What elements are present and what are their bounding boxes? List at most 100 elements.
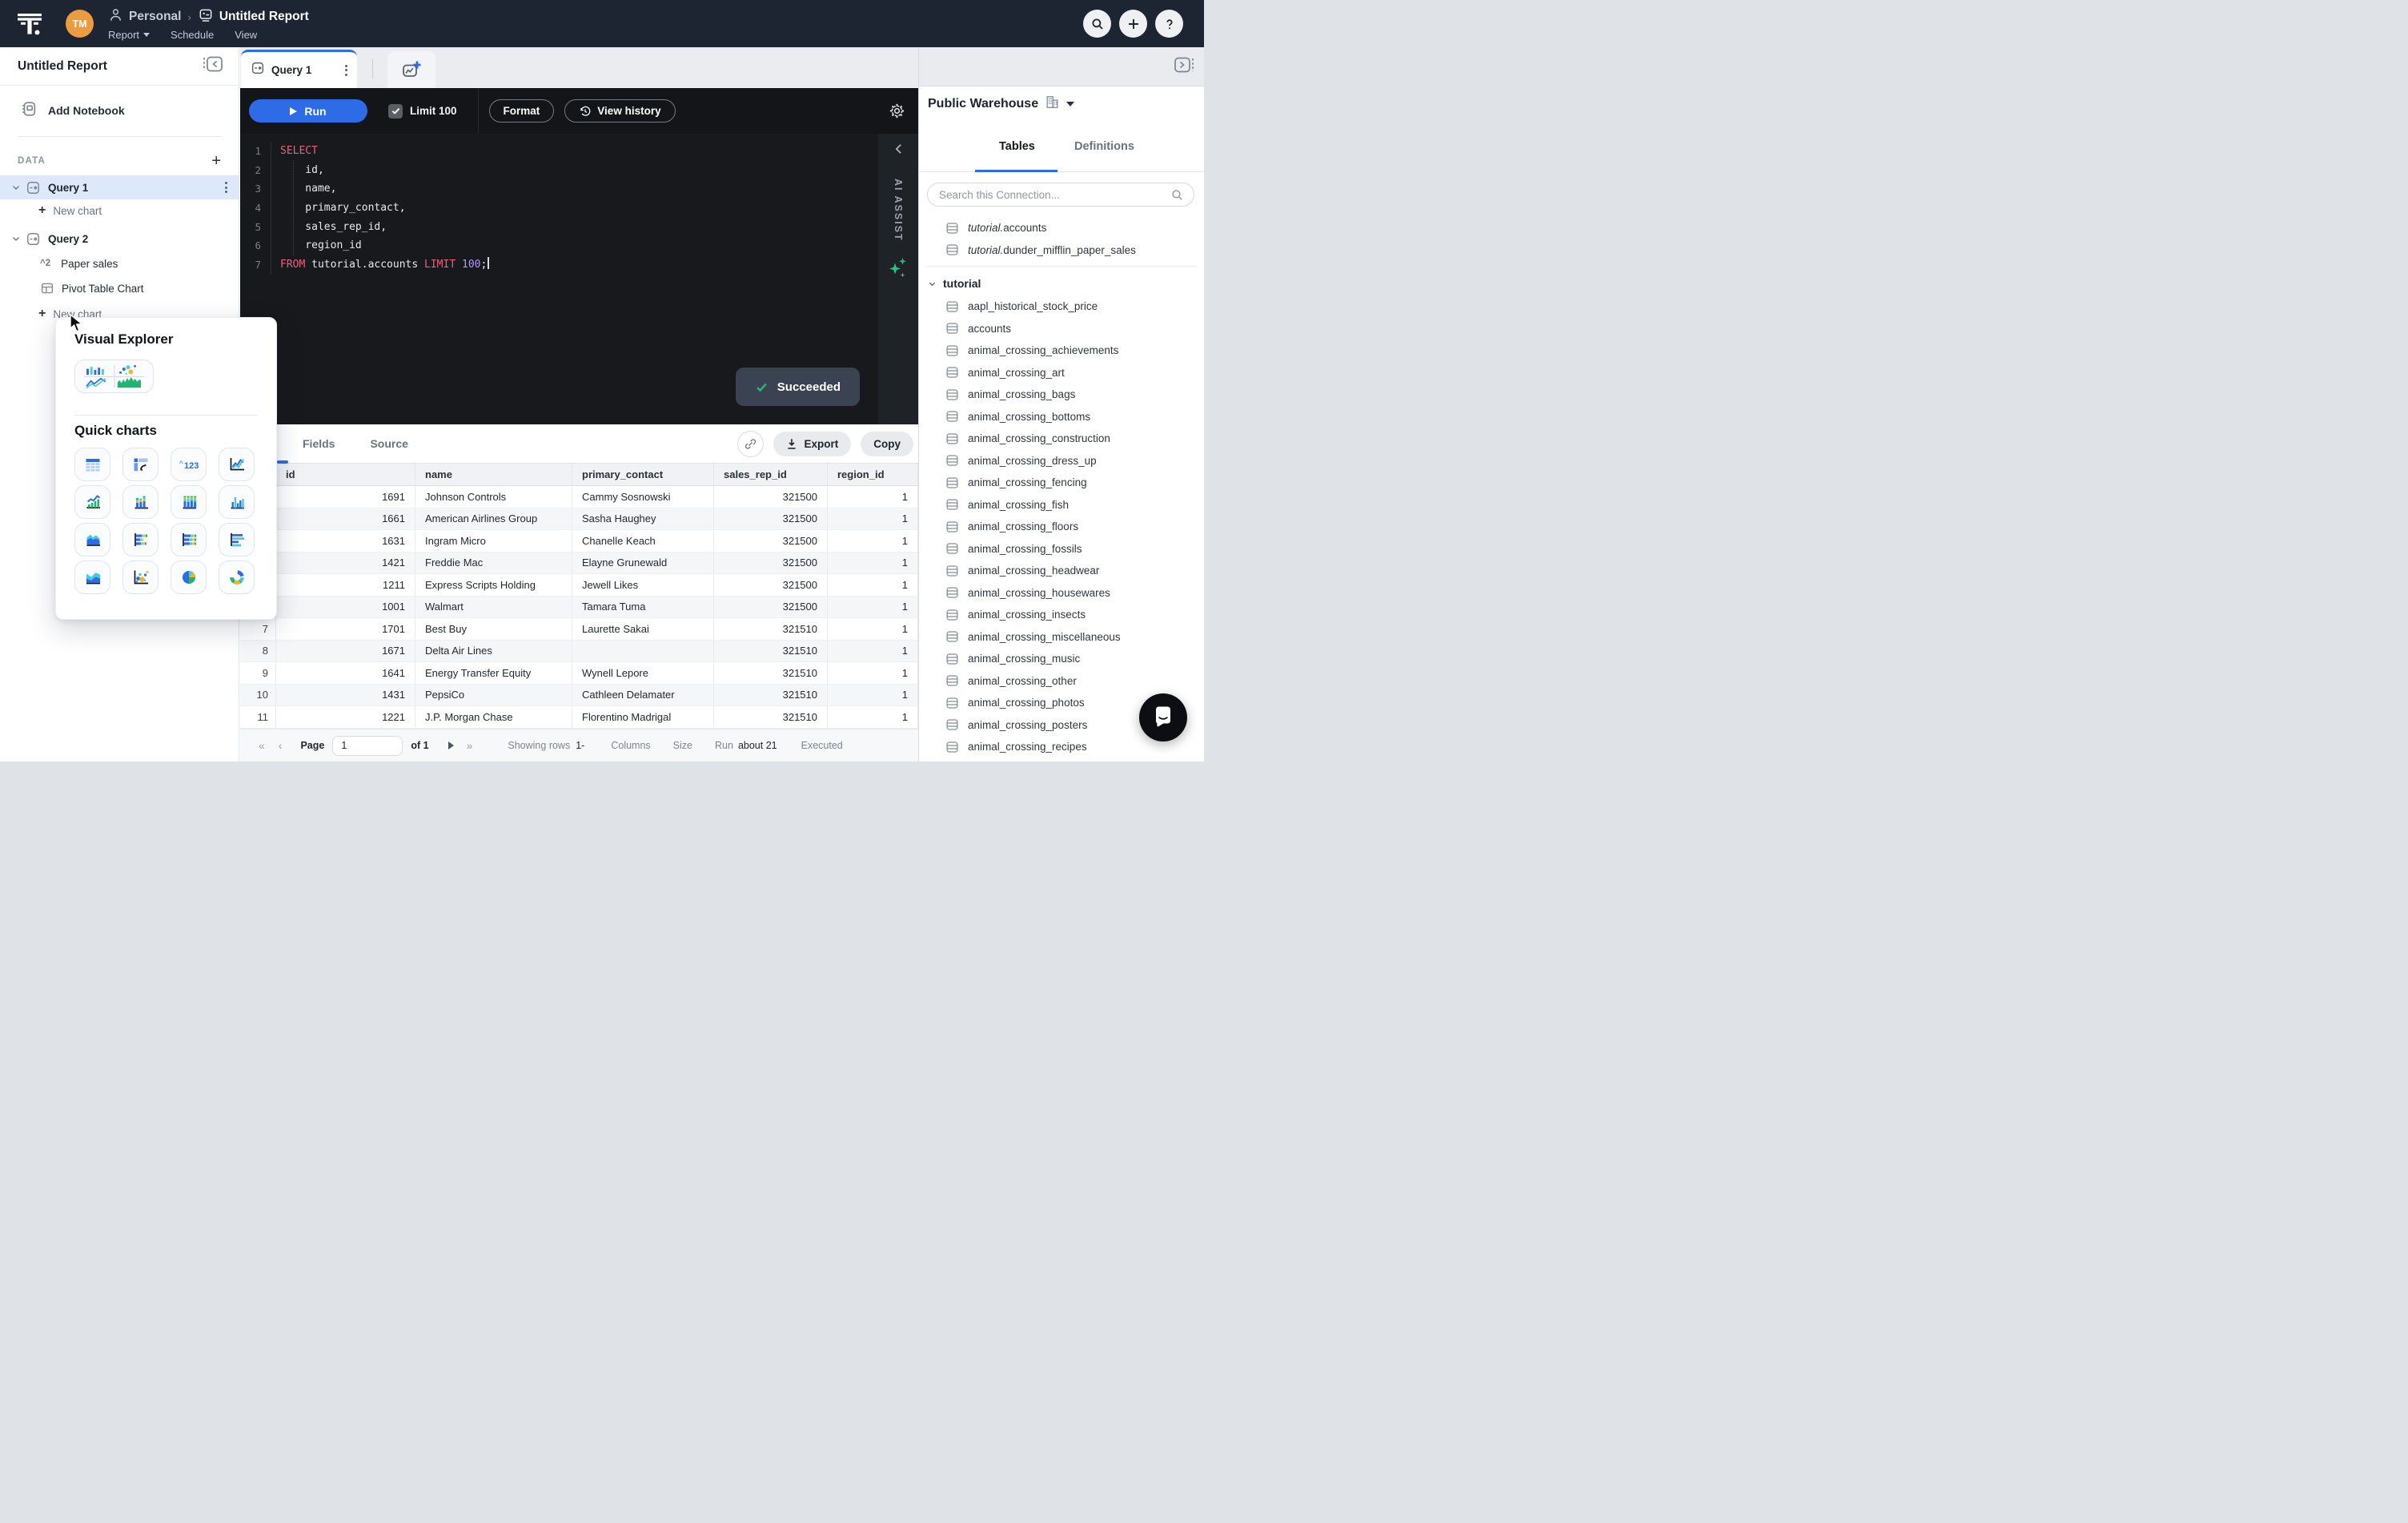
table-list-item[interactable]: tutorial.accounts (919, 217, 1204, 239)
table-list-item[interactable]: aapl_historical_stock_price (919, 295, 1204, 318)
code-line[interactable]: 4 primary_contact, (240, 199, 878, 218)
schema-group-tutorial[interactable]: tutorial (919, 271, 1204, 295)
run-button[interactable]: Run (249, 99, 367, 123)
menu-schedule[interactable]: Schedule (171, 29, 214, 41)
quick-chart-stacked-bar-100[interactable] (171, 523, 207, 557)
copy-button[interactable]: Copy (861, 431, 913, 456)
app-logo[interactable] (15, 10, 44, 38)
table-list-item[interactable]: animal_crossing_dress_up (919, 450, 1204, 472)
code-line[interactable]: 7 FROM tutorial.accounts LIMIT 100; (240, 255, 878, 275)
quick-chart-area[interactable] (74, 523, 110, 557)
tab-query1[interactable]: Query 1 (241, 50, 357, 88)
limit-label[interactable]: Limit 100 (410, 105, 457, 117)
chevron-down-icon[interactable] (11, 183, 22, 192)
add-button[interactable] (1119, 10, 1147, 38)
quick-chart-scatter[interactable] (122, 561, 159, 594)
table-row[interactable]: 61001WalmartTamara Tuma3215001 (240, 596, 918, 618)
view-history-button[interactable]: View history (564, 99, 676, 123)
table-row[interactable]: 41421Freddie MacElayne Grunewald3215001 (240, 552, 918, 574)
table-row[interactable]: 11 1221 J.P. Morgan Chase Florentino Madrig… (240, 706, 918, 729)
quick-chart-big-number[interactable]: ^ 123 (171, 448, 207, 481)
avatar[interactable]: TM (66, 10, 94, 38)
quick-chart-stacked-area[interactable] (74, 561, 110, 594)
table-list-item[interactable]: animal_crossing_fencing (919, 472, 1204, 494)
table-list-item[interactable]: animal_crossing_housewares (919, 582, 1204, 605)
tab-source[interactable]: Source (370, 437, 407, 450)
settings-gear-icon[interactable] (889, 102, 905, 119)
quick-chart-donut[interactable] (219, 561, 255, 594)
menu-view[interactable]: View (235, 29, 257, 41)
table-list-item[interactable]: animal_crossing_other (919, 670, 1204, 693)
tab-tables[interactable]: Tables (999, 140, 1035, 153)
table-row[interactable]: 7 1701 Best Buy Laurette Sakai 321510 1 (240, 618, 918, 641)
table-row[interactable]: 21661American Airlines GroupSasha Haughe… (240, 508, 918, 530)
table-row[interactable]: 10 1431 PepsiCo Cathleen Delamater 321510 1 (240, 684, 918, 706)
sidebar-item-pivot-table-chart[interactable]: Pivot Table Chart (0, 277, 239, 299)
prev-page-button[interactable]: ‹ (279, 739, 283, 752)
column-header-sales-rep-id[interactable]: sales_rep_id (714, 464, 828, 485)
table-list-item[interactable]: animal_crossing_miscellaneous (919, 626, 1204, 649)
code-line[interactable]: 6 region_id (240, 236, 878, 256)
quick-chart-grouped-column[interactable] (219, 485, 255, 519)
page-input[interactable] (332, 735, 403, 756)
table-list-item[interactable]: animal_crossing_headwear (919, 560, 1204, 582)
add-notebook-button[interactable]: Add Notebook (20, 100, 239, 120)
search-button[interactable] (1083, 10, 1111, 38)
quick-chart-pivot[interactable] (122, 448, 159, 481)
table-list-item[interactable]: animal_crossing_art (919, 362, 1204, 384)
quick-chart-stacked-column-100[interactable] (171, 485, 207, 519)
search-input[interactable] (937, 187, 1170, 202)
table-row[interactable]: 8 1671 Delta Air Lines 321510 1 (240, 640, 918, 662)
column-header-region-id[interactable]: region_id (828, 464, 918, 485)
quick-chart-table[interactable] (74, 448, 110, 481)
breadcrumb-workspace[interactable]: Personal (129, 10, 181, 24)
breadcrumb-report[interactable]: Untitled Report (219, 10, 309, 24)
last-page-button[interactable]: » (467, 739, 473, 752)
table-list-item[interactable]: animal_crossing_music (919, 648, 1204, 670)
sidebar-item-query1[interactable]: Query 1 (0, 175, 239, 199)
new-chart-tab-button[interactable] (387, 51, 435, 88)
table-list-item[interactable]: animal_crossing_floors (919, 516, 1204, 538)
quick-chart-stacked-bar[interactable] (122, 523, 159, 557)
connection-search[interactable] (927, 183, 1194, 207)
new-chart-button-query1[interactable]: + New chart (0, 199, 239, 222)
connection-name[interactable]: Public Warehouse (928, 97, 1038, 111)
table-row[interactable]: 31631Ingram MicroChanelle Keach3215001 (240, 530, 918, 553)
table-list-item[interactable]: animal_crossing_bags (919, 384, 1204, 406)
code-line[interactable]: 1 SELECT (240, 142, 878, 161)
next-page-button[interactable] (447, 741, 454, 749)
table-list-item[interactable]: animal_crossing_achievements (919, 340, 1204, 362)
column-header-primary-contact[interactable]: primary_contact (572, 464, 714, 485)
help-button[interactable] (1155, 10, 1183, 38)
quick-chart-combo[interactable] (74, 485, 110, 519)
kebab-menu-icon[interactable] (225, 182, 227, 193)
table-list-item[interactable]: animal_crossing_insects (919, 604, 1204, 626)
table-list-item[interactable]: animal_crossing_fossils (919, 538, 1204, 561)
size-label[interactable]: Size (673, 740, 692, 751)
table-list-item[interactable]: accounts (919, 318, 1204, 340)
table-row[interactable]: 9 1641 Energy Transfer Equity Wynell Lepore… (240, 662, 918, 685)
code-line[interactable]: 5 sales_rep_id, (240, 217, 878, 237)
quick-chart-bar[interactable] (219, 523, 255, 557)
table-list-item[interactable]: animal_crossing_fish (919, 494, 1204, 516)
chevron-down-icon[interactable] (11, 234, 22, 243)
tab-definitions[interactable]: Definitions (1074, 140, 1134, 153)
menu-report[interactable]: Report (108, 29, 150, 41)
tab-kebab-menu-icon[interactable] (345, 64, 347, 76)
sidebar-item-paper-sales[interactable]: ^2 Paper sales (0, 252, 239, 275)
columns-label[interactable]: Columns (611, 740, 650, 751)
chat-widget-button[interactable] (1139, 693, 1187, 741)
column-header-id[interactable]: id (276, 464, 415, 485)
export-button[interactable]: Export (773, 431, 852, 456)
format-button[interactable]: Format (488, 99, 555, 123)
limit-checkbox[interactable] (388, 103, 403, 119)
collapse-panel-button[interactable] (201, 55, 224, 77)
table-row[interactable]: 51211Express Scripts HoldingJewell Likes… (240, 574, 918, 597)
table-list-item[interactable]: tutorial.dunder_mifflin_paper_sales (919, 239, 1204, 262)
column-header-name[interactable]: name (415, 464, 572, 485)
expand-panel-button[interactable] (1173, 56, 1196, 78)
sql-code-editor[interactable]: 1 SELECT 2 id, 3 name, 4 primary_contact, 5 s… (240, 134, 918, 424)
code-line[interactable]: 2 id, (240, 160, 878, 180)
table-list-item[interactable]: animal_crossing_construction (919, 428, 1204, 450)
quick-chart-pie[interactable] (171, 561, 207, 594)
